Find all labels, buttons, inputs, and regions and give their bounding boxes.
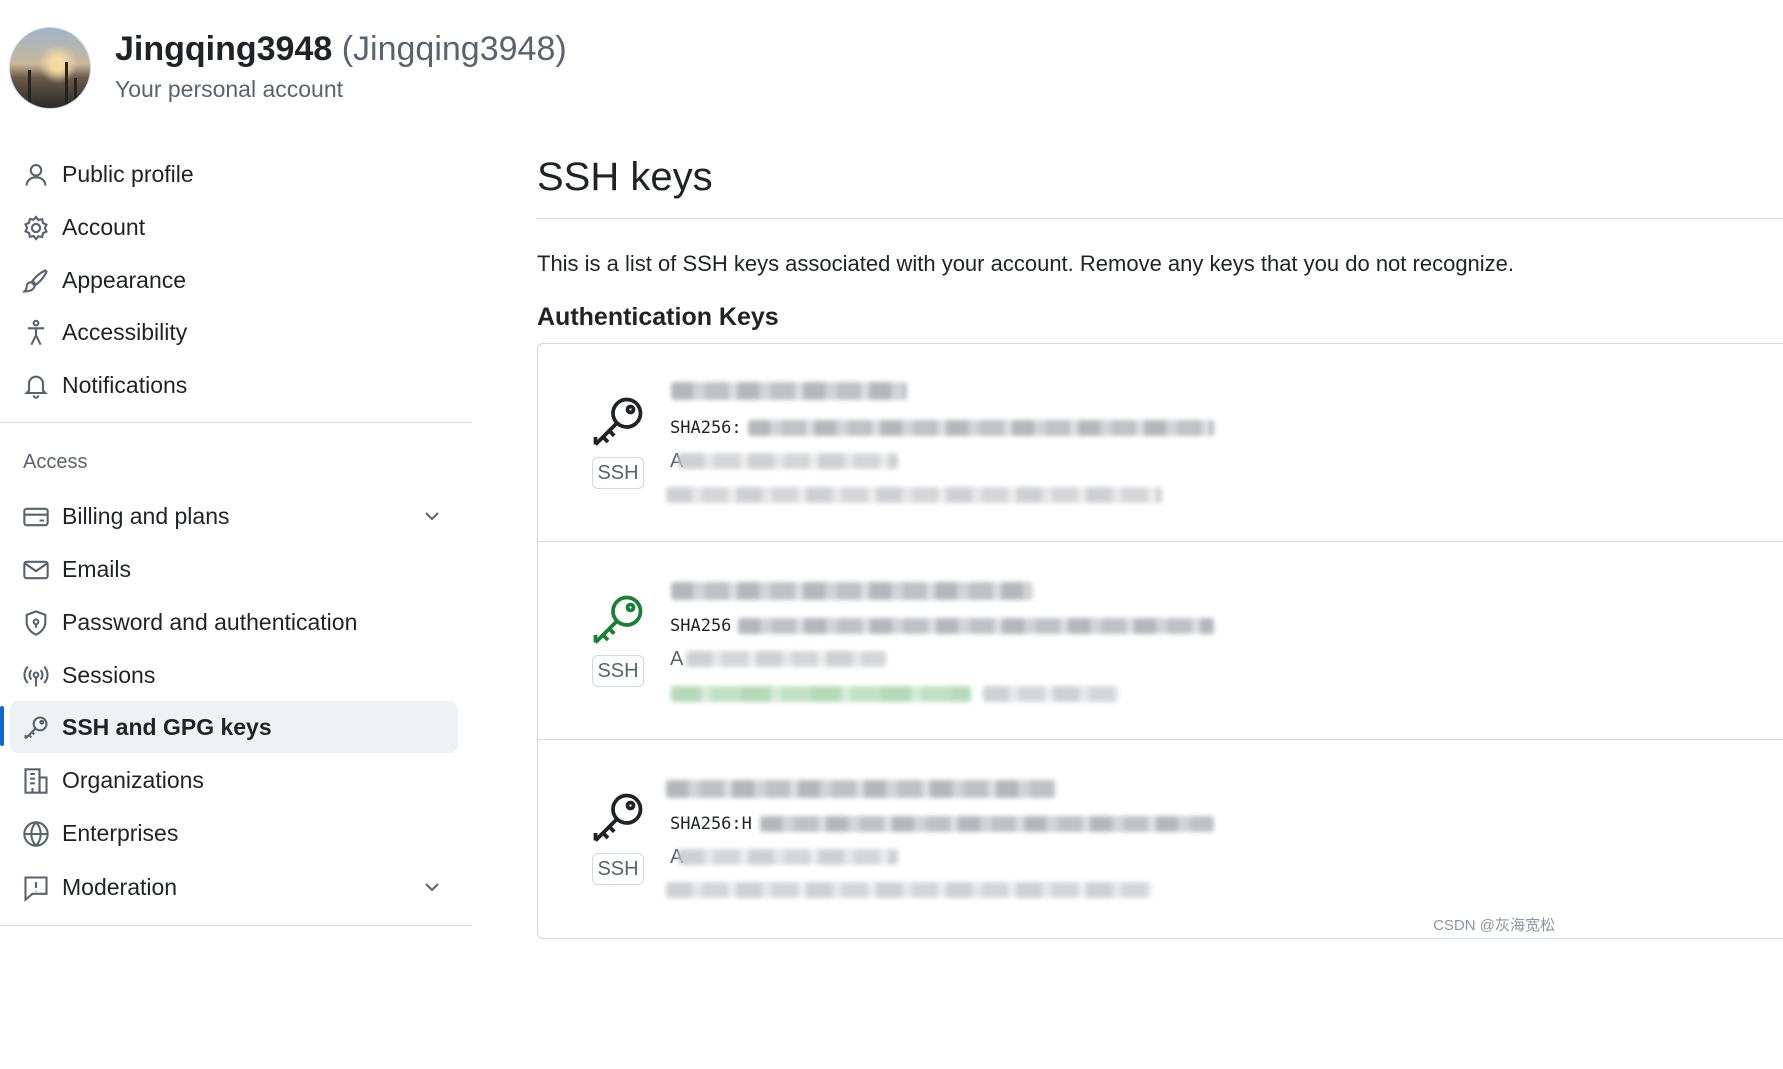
added-date-redacted (678, 849, 898, 865)
ssh-key-row: SSH SHA256: A (538, 344, 1783, 541)
sidebar-item-label: Accessibility (62, 318, 188, 345)
shield-icon (25, 610, 47, 636)
watermark: CSDN @灰海宽松 (1433, 917, 1555, 934)
fingerprint-redacted (748, 420, 1214, 436)
sidebar-item-label: Public profile (62, 160, 194, 187)
fingerprint-label: SHA256: (670, 418, 742, 438)
ssh-key-row: SSH SHA256 A (538, 541, 1783, 739)
ssh-badge: SSH (592, 853, 644, 885)
person-icon (25, 164, 47, 186)
sidebar-item-label: Enterprises (62, 819, 179, 846)
sidebar-item-notifications[interactable]: Notifications (10, 359, 458, 411)
key-icon (593, 595, 643, 644)
sidebar-item-label: Organizations (62, 766, 204, 793)
page-description: This is a list of SSH keys associated wi… (537, 251, 1515, 276)
sidebar-item-moderation[interactable]: Moderation (10, 861, 458, 913)
sidebar-item-label: Notifications (62, 371, 188, 398)
sidebar-item-enterprises[interactable]: Enterprises (10, 807, 458, 859)
ssh-badge: SSH (592, 457, 644, 489)
sidebar-item-accessibility[interactable]: Accessibility (10, 306, 458, 358)
sidebar-divider (0, 925, 472, 926)
sidebar-item-label: Emails (62, 555, 132, 582)
fingerprint-label: SHA256 (670, 616, 732, 636)
mail-icon (23, 560, 49, 580)
sidebar-item-account[interactable]: Account (10, 201, 458, 253)
fingerprint-label: SHA256:H (670, 814, 752, 834)
avatar[interactable] (9, 27, 91, 109)
last-used-redacted (666, 487, 1162, 503)
sidebar-item-billing[interactable]: Billing and plans (10, 490, 458, 542)
sidebar-item-label: Appearance (62, 266, 187, 293)
user-handle: (Jingqing3948) (341, 30, 567, 68)
recent-use-redacted (671, 686, 971, 702)
chevron-down-icon[interactable] (420, 504, 444, 528)
sidebar-section-heading: Access (23, 451, 88, 473)
sidebar-item-label: Billing and plans (62, 502, 230, 529)
account-subtitle: Your personal account (115, 76, 344, 102)
sidebar-item-organizations[interactable]: Organizations (10, 754, 458, 806)
page-title: SSH keys (537, 155, 713, 199)
ssh-key-list: SSH SHA256: A SSH SHA256 A SSH SHA256:H … (537, 343, 1783, 939)
active-indicator (0, 706, 4, 746)
account-title: Jingqing3948 (Jingqing3948) (115, 30, 567, 69)
report-icon (24, 876, 48, 902)
sidebar-item-public-profile[interactable]: Public profile (10, 148, 458, 200)
title-divider (537, 218, 1783, 219)
added-date-peek: A (670, 648, 684, 670)
sidebar-item-label: Moderation (62, 873, 178, 900)
added-date-redacted (686, 651, 886, 667)
key-icon (24, 716, 48, 740)
organization-icon (24, 768, 48, 794)
added-date-redacted (678, 453, 898, 469)
sidebar-item-ssh-gpg-keys[interactable]: SSH and GPG keys (10, 701, 458, 753)
key-title-redacted (671, 582, 1033, 600)
broadcast-icon (23, 665, 49, 687)
sidebar-divider (0, 422, 472, 423)
sidebar-item-label: Password and authentication (62, 608, 358, 635)
key-title-redacted (671, 382, 907, 400)
globe-icon (23, 820, 49, 848)
gear-icon (24, 215, 48, 241)
last-used-redacted (666, 882, 1152, 898)
sidebar-item-emails[interactable]: Emails (10, 543, 458, 595)
paintbrush-icon (22, 269, 48, 293)
sidebar-item-appearance[interactable]: Appearance (10, 254, 458, 306)
authentication-keys-heading: Authentication Keys (537, 303, 779, 331)
accessibility-icon (27, 319, 45, 346)
sidebar-item-label: Account (62, 213, 146, 240)
sidebar-item-label: SSH and GPG keys (62, 713, 272, 740)
key-icon (593, 793, 643, 842)
username: Jingqing3948 (115, 30, 333, 68)
ssh-key-row: SSH SHA256:H A (538, 739, 1783, 937)
sidebar-item-sessions[interactable]: Sessions (10, 649, 458, 701)
chevron-down-icon[interactable] (420, 875, 444, 899)
fingerprint-redacted (738, 618, 1214, 634)
last-used-redacted (983, 686, 1119, 702)
ssh-badge: SSH (592, 655, 644, 687)
credit-card-icon (23, 507, 49, 527)
fingerprint-redacted (760, 816, 1214, 832)
sidebar-item-password[interactable]: Password and authentication (10, 596, 458, 648)
sidebar-item-label: Sessions (62, 661, 156, 688)
key-title-redacted (666, 780, 1056, 798)
bell-icon (24, 375, 48, 399)
key-icon (593, 397, 643, 446)
